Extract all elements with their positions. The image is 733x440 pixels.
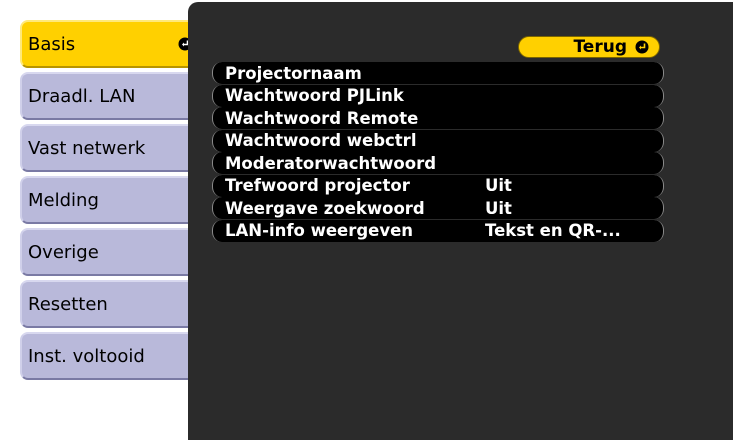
setting-value: Tekst en QR-...	[485, 221, 621, 240]
setting-row-lan-info-weergeven[interactable]: LAN-info weergeven Tekst en QR-...	[212, 219, 664, 242]
setting-name: Wachtwoord webctrl	[225, 131, 417, 150]
menu-item-draadl-lan[interactable]: Draadl. LAN	[20, 72, 198, 120]
back-button[interactable]: Terug	[518, 36, 660, 58]
setting-name: Wachtwoord PJLink	[225, 86, 404, 105]
menu-item-resetten[interactable]: Resetten	[20, 280, 198, 328]
setting-row-wachtwoord-webctrl[interactable]: Wachtwoord webctrl	[212, 129, 664, 152]
setting-row-projectornaam[interactable]: Projectornaam	[212, 62, 664, 84]
menu-item-inst-voltooid[interactable]: Inst. voltooid	[20, 332, 198, 380]
settings-panel: Terug Projectornaam Wachtwoord PJLink Wa…	[188, 2, 733, 440]
menu-item-label: Basis	[28, 33, 76, 55]
setting-name: Projectornaam	[225, 63, 362, 83]
back-button-label: Terug	[573, 37, 627, 57]
setting-name: Wachtwoord Remote	[225, 108, 419, 128]
menu-item-melding[interactable]: Melding	[20, 176, 198, 224]
menu-item-label: Draadl. LAN	[28, 85, 136, 107]
setting-value: Uit	[485, 176, 512, 195]
menu-item-label: Inst. voltooid	[28, 345, 145, 367]
enter-return-icon	[635, 40, 649, 54]
menu-item-label: Resetten	[28, 293, 108, 315]
settings-list: Projectornaam Wachtwoord PJLink Wachtwoo…	[212, 62, 664, 242]
setting-row-wachtwoord-remote[interactable]: Wachtwoord Remote	[212, 107, 664, 129]
setting-row-trefwoord-projector[interactable]: Trefwoord projector Uit	[212, 174, 664, 197]
setting-name: Moderatorwachtwoord	[225, 153, 437, 173]
setting-row-wachtwoord-pjlink[interactable]: Wachtwoord PJLink	[212, 84, 664, 107]
projector-network-settings-screen: Basis Draadl. LAN Vast netwerk Melding O…	[0, 0, 733, 440]
setting-row-moderatorwachtwoord[interactable]: Moderatorwachtwoord	[212, 152, 664, 174]
menu-item-label: Vast netwerk	[28, 137, 146, 159]
menu-item-overige[interactable]: Overige	[20, 228, 198, 276]
menu-item-label: Melding	[28, 189, 99, 211]
setting-name: LAN-info weergeven	[225, 221, 414, 240]
setting-row-weergave-zoekwoord[interactable]: Weergave zoekwoord Uit	[212, 197, 664, 219]
menu-item-vast-netwerk[interactable]: Vast netwerk	[20, 124, 198, 172]
menu-item-label: Overige	[28, 241, 99, 263]
setting-value: Uit	[485, 198, 512, 218]
menu-item-basis[interactable]: Basis	[20, 20, 198, 68]
setting-name: Trefwoord projector	[225, 176, 410, 195]
setting-name: Weergave zoekwoord	[225, 198, 425, 218]
